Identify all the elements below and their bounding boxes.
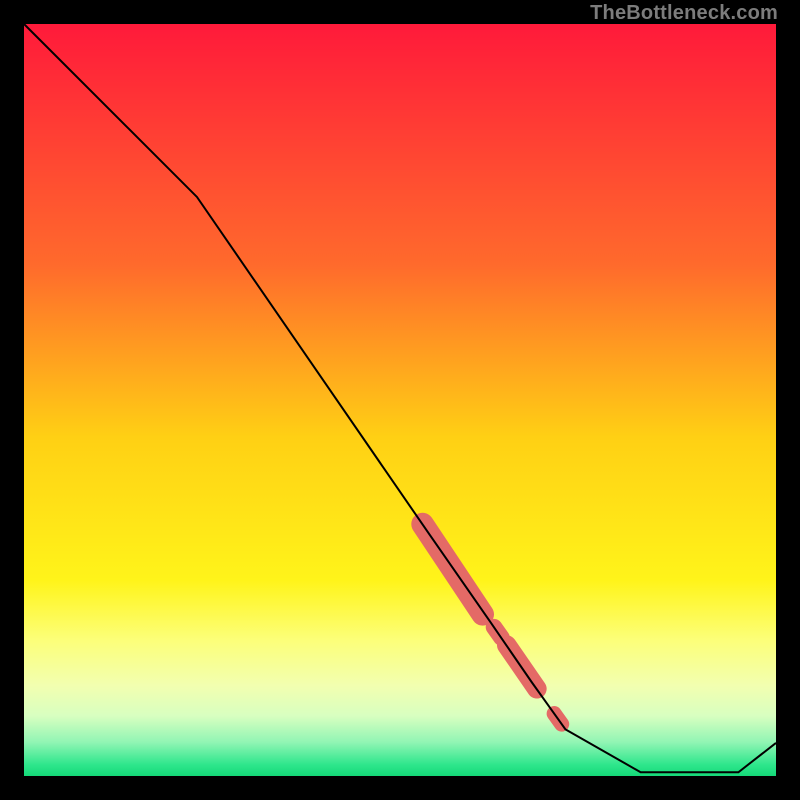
chart-frame: TheBottleneck.com [0,0,800,800]
watermark-label: TheBottleneck.com [590,2,778,25]
bottleneck-chart [24,24,776,776]
